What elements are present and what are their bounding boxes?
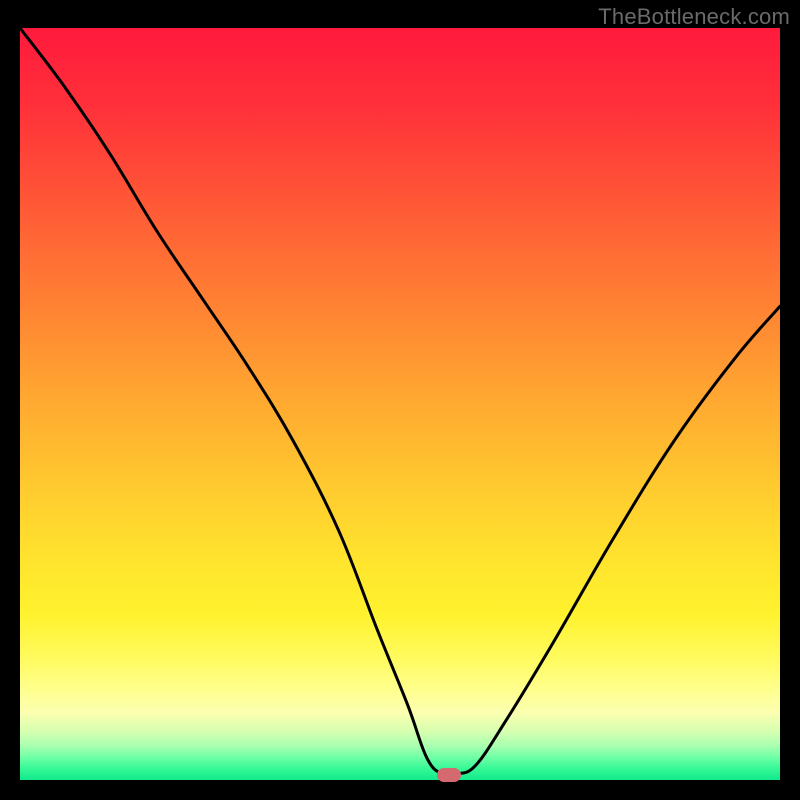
- bottleneck-curve: [20, 28, 780, 780]
- optimum-marker: [437, 768, 461, 782]
- curve-path: [20, 28, 780, 776]
- chart-frame: TheBottleneck.com: [0, 0, 800, 800]
- watermark-label: TheBottleneck.com: [598, 4, 790, 30]
- plot-area: [20, 28, 780, 780]
